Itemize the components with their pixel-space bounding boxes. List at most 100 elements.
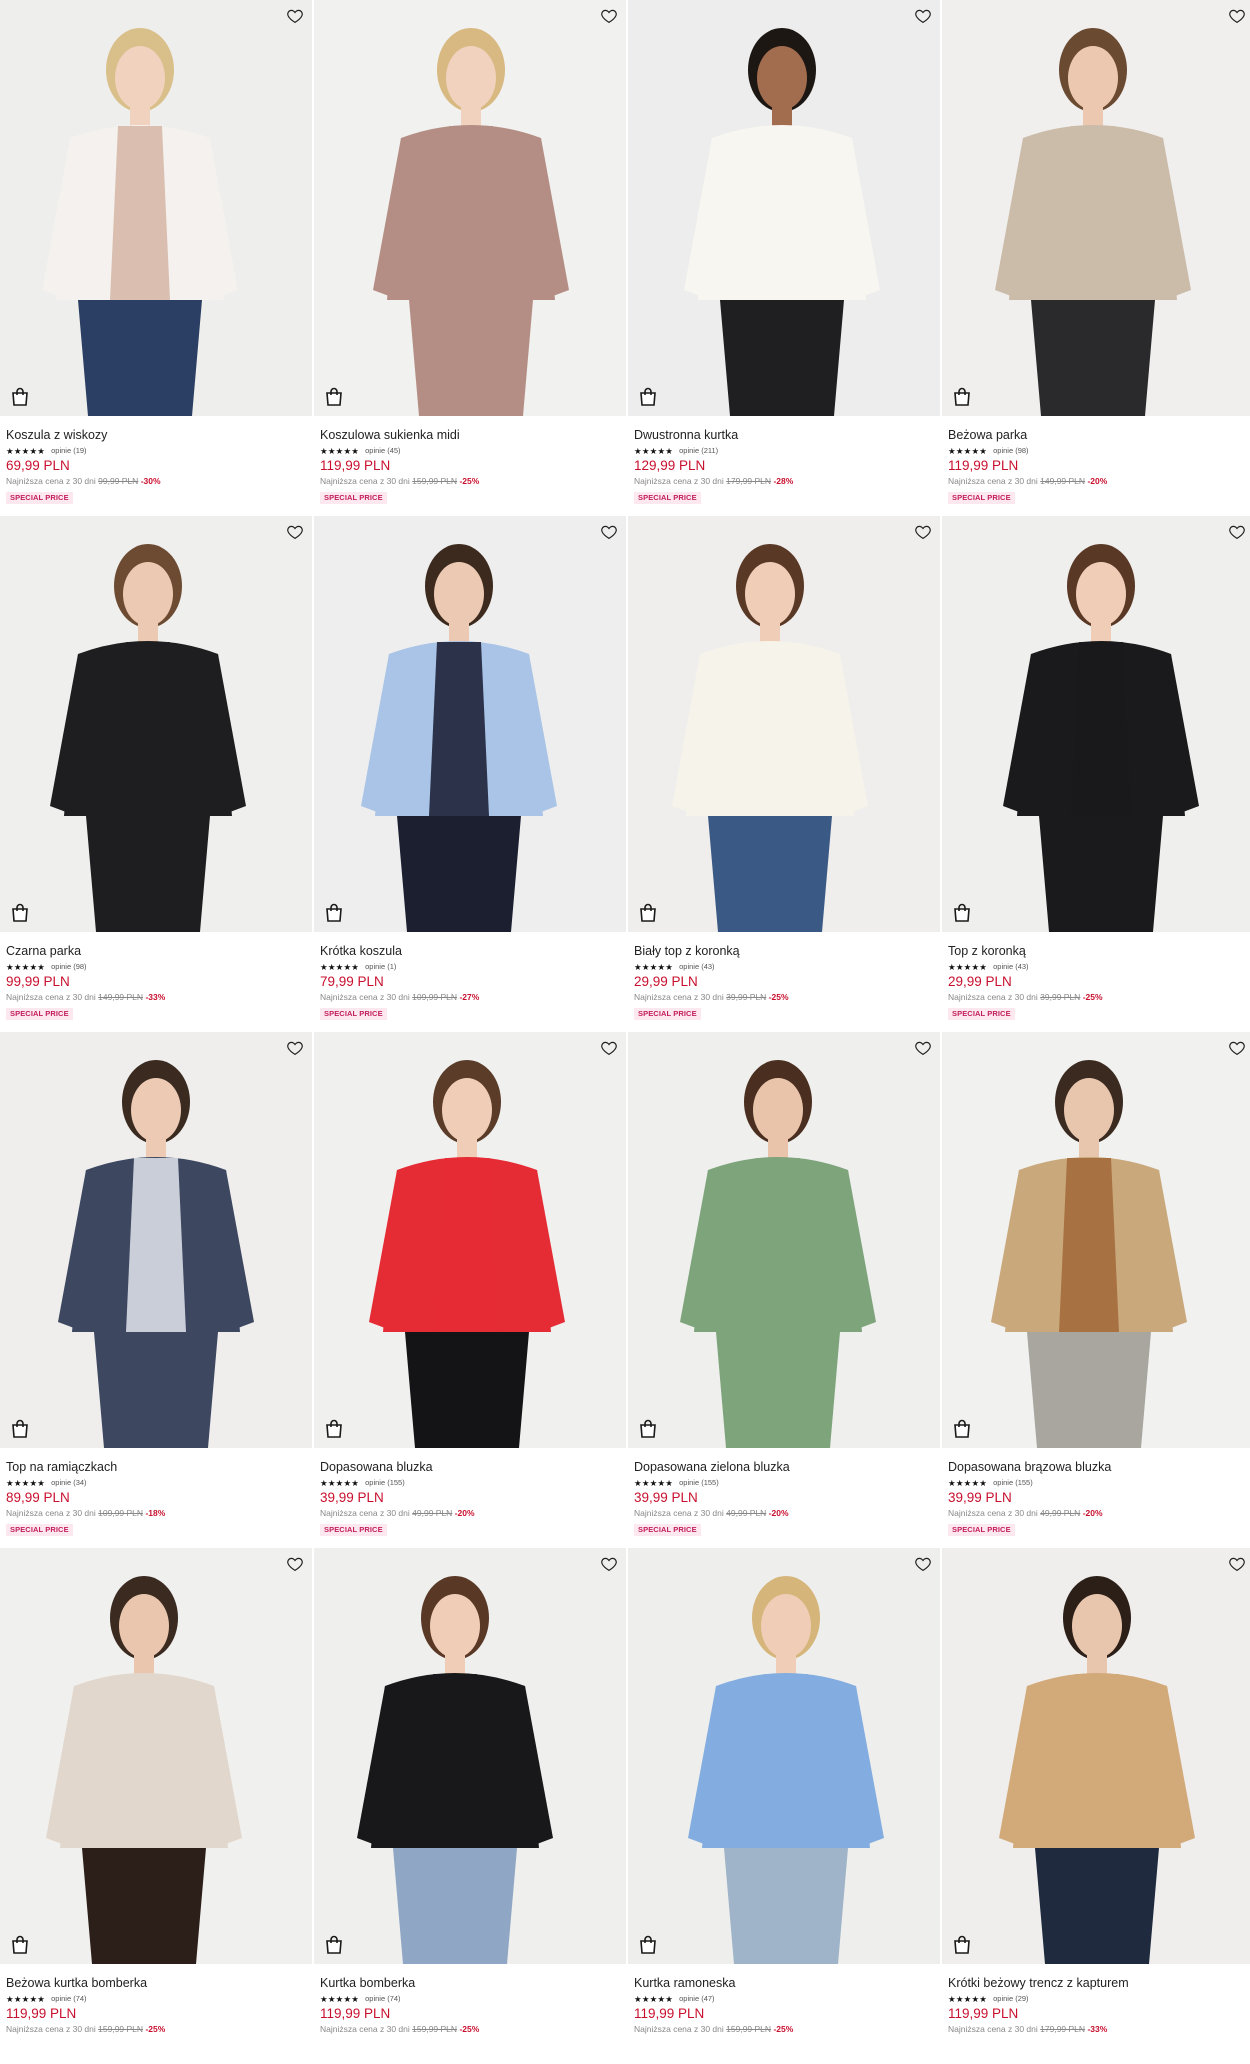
product-card[interactable]: Dwustronna kurtka ★★★★★ opinie (211) 129… [628, 0, 940, 516]
heart-outline-icon[interactable] [285, 6, 305, 26]
product-card[interactable]: Top na ramiączkach ★★★★★ opinie (34) 89,… [0, 1032, 312, 1548]
product-name[interactable]: Krótki beżowy trencz z kapturem [948, 1976, 1248, 1991]
product-card[interactable]: Koszula z wiskozy ★★★★★ opinie (19) 69,9… [0, 0, 312, 516]
product-name[interactable]: Czarna parka [6, 944, 306, 959]
product-card[interactable]: Krótka koszula ★★★★★ opinie (1) 79,99 PL… [314, 516, 626, 1032]
product-card[interactable]: Kurtka bomberka ★★★★★ opinie (74) 119,99… [314, 1548, 626, 2064]
review-count[interactable]: opinie (98) [51, 962, 86, 972]
heart-outline-icon[interactable] [1227, 6, 1247, 26]
product-name[interactable]: Koszula z wiskozy [6, 428, 306, 443]
product-image[interactable] [942, 1032, 1250, 1448]
shopping-bag-icon[interactable] [11, 1935, 29, 1955]
product-card[interactable]: Top z koronką ★★★★★ opinie (43) 29,99 PL… [942, 516, 1250, 1032]
product-image[interactable] [0, 0, 312, 416]
heart-outline-icon[interactable] [599, 1554, 619, 1574]
shopping-bag-icon[interactable] [639, 1419, 657, 1439]
product-name[interactable]: Kurtka bomberka [320, 1976, 620, 1991]
review-count[interactable]: opinie (1) [365, 962, 396, 972]
review-count[interactable]: opinie (155) [993, 1478, 1033, 1488]
heart-outline-icon[interactable] [599, 522, 619, 542]
product-name[interactable]: Dwustronna kurtka [634, 428, 934, 443]
heart-outline-icon[interactable] [913, 522, 933, 542]
product-card[interactable]: Beżowa kurtka bomberka ★★★★★ opinie (74)… [0, 1548, 312, 2064]
product-card[interactable]: Dopasowana zielona bluzka ★★★★★ opinie (… [628, 1032, 940, 1548]
product-name[interactable]: Dopasowana zielona bluzka [634, 1460, 934, 1475]
review-count[interactable]: opinie (45) [365, 446, 400, 456]
product-image[interactable] [942, 0, 1250, 416]
heart-outline-icon[interactable] [285, 1554, 305, 1574]
product-image[interactable] [628, 516, 940, 932]
heart-outline-icon[interactable] [285, 522, 305, 542]
review-count[interactable]: opinie (98) [993, 446, 1028, 456]
review-count[interactable]: opinie (19) [51, 446, 86, 456]
shopping-bag-icon[interactable] [11, 903, 29, 923]
review-count[interactable]: opinie (47) [679, 1994, 714, 2004]
review-count[interactable]: opinie (74) [51, 1994, 86, 2004]
shopping-bag-icon[interactable] [639, 1935, 657, 1955]
shopping-bag-icon[interactable] [953, 903, 971, 923]
review-count[interactable]: opinie (74) [365, 1994, 400, 2004]
product-name[interactable]: Koszulowa sukienka midi [320, 428, 620, 443]
heart-outline-icon[interactable] [1227, 522, 1247, 542]
review-count[interactable]: opinie (155) [365, 1478, 405, 1488]
product-image[interactable] [314, 1548, 626, 1964]
shopping-bag-icon[interactable] [325, 1935, 343, 1955]
product-image[interactable] [942, 516, 1250, 932]
heart-outline-icon[interactable] [285, 1038, 305, 1058]
review-count[interactable]: opinie (29) [993, 1994, 1028, 2004]
heart-outline-icon[interactable] [1227, 1038, 1247, 1058]
product-image[interactable] [0, 1032, 312, 1448]
heart-outline-icon[interactable] [599, 6, 619, 26]
shopping-bag-icon[interactable] [325, 903, 343, 923]
product-card[interactable]: Krótki beżowy trencz z kapturem ★★★★★ op… [942, 1548, 1250, 2064]
heart-outline-icon[interactable] [1227, 1554, 1247, 1574]
product-name[interactable]: Krótka koszula [320, 944, 620, 959]
product-image[interactable] [0, 1548, 312, 1964]
product-name[interactable]: Dopasowana brązowa bluzka [948, 1460, 1248, 1475]
product-card[interactable]: Kurtka ramoneska ★★★★★ opinie (47) 119,9… [628, 1548, 940, 2064]
heart-outline-icon[interactable] [599, 1038, 619, 1058]
review-count[interactable]: opinie (155) [679, 1478, 719, 1488]
review-count[interactable]: opinie (43) [993, 962, 1028, 972]
product-image[interactable] [628, 1032, 940, 1448]
product-card[interactable]: Czarna parka ★★★★★ opinie (98) 99,99 PLN… [0, 516, 312, 1032]
product-image[interactable] [628, 0, 940, 416]
lowest-price-info: Najniższa cena z 30 dni 159,99 PLN -25% [320, 476, 620, 487]
shopping-bag-icon[interactable] [953, 387, 971, 407]
product-image[interactable] [628, 1548, 940, 1964]
product-image[interactable] [942, 1548, 1250, 1964]
product-card[interactable]: Koszulowa sukienka midi ★★★★★ opinie (45… [314, 0, 626, 516]
product-card[interactable]: Dopasowana bluzka ★★★★★ opinie (155) 39,… [314, 1032, 626, 1548]
review-count[interactable]: opinie (211) [679, 446, 718, 456]
product-name[interactable]: Dopasowana bluzka [320, 1460, 620, 1475]
shopping-bag-icon[interactable] [639, 387, 657, 407]
shopping-bag-icon[interactable] [11, 387, 29, 407]
product-name[interactable]: Beżowa parka [948, 428, 1248, 443]
product-name[interactable]: Top na ramiączkach [6, 1460, 306, 1475]
product-name[interactable]: Beżowa kurtka bomberka [6, 1976, 306, 1991]
product-image[interactable] [314, 516, 626, 932]
shopping-bag-icon[interactable] [325, 1419, 343, 1439]
review-count[interactable]: opinie (34) [51, 1478, 86, 1488]
heart-outline-icon[interactable] [913, 1038, 933, 1058]
shopping-bag-icon[interactable] [11, 1419, 29, 1439]
product-name[interactable]: Biały top z koronką [634, 944, 934, 959]
product-name[interactable]: Top z koronką [948, 944, 1248, 959]
heart-outline-icon[interactable] [913, 6, 933, 26]
product-card[interactable]: Dopasowana brązowa bluzka ★★★★★ opinie (… [942, 1032, 1250, 1548]
product-price: 39,99 PLN [634, 1490, 698, 1505]
product-name[interactable]: Kurtka ramoneska [634, 1976, 934, 1991]
shopping-bag-icon[interactable] [639, 903, 657, 923]
product-image[interactable] [314, 1032, 626, 1448]
heart-outline-icon[interactable] [913, 1554, 933, 1574]
shopping-bag-icon[interactable] [953, 1935, 971, 1955]
shopping-bag-icon[interactable] [953, 1419, 971, 1439]
model-figure [58, 1060, 254, 1448]
shopping-bag-icon[interactable] [325, 387, 343, 407]
review-count[interactable]: opinie (43) [679, 962, 714, 972]
product-image[interactable] [0, 516, 312, 932]
product-image[interactable] [314, 0, 626, 416]
special-price-badge: SPECIAL PRICE [320, 1008, 387, 1020]
product-card[interactable]: Beżowa parka ★★★★★ opinie (98) 119,99 PL… [942, 0, 1250, 516]
product-card[interactable]: Biały top z koronką ★★★★★ opinie (43) 29… [628, 516, 940, 1032]
